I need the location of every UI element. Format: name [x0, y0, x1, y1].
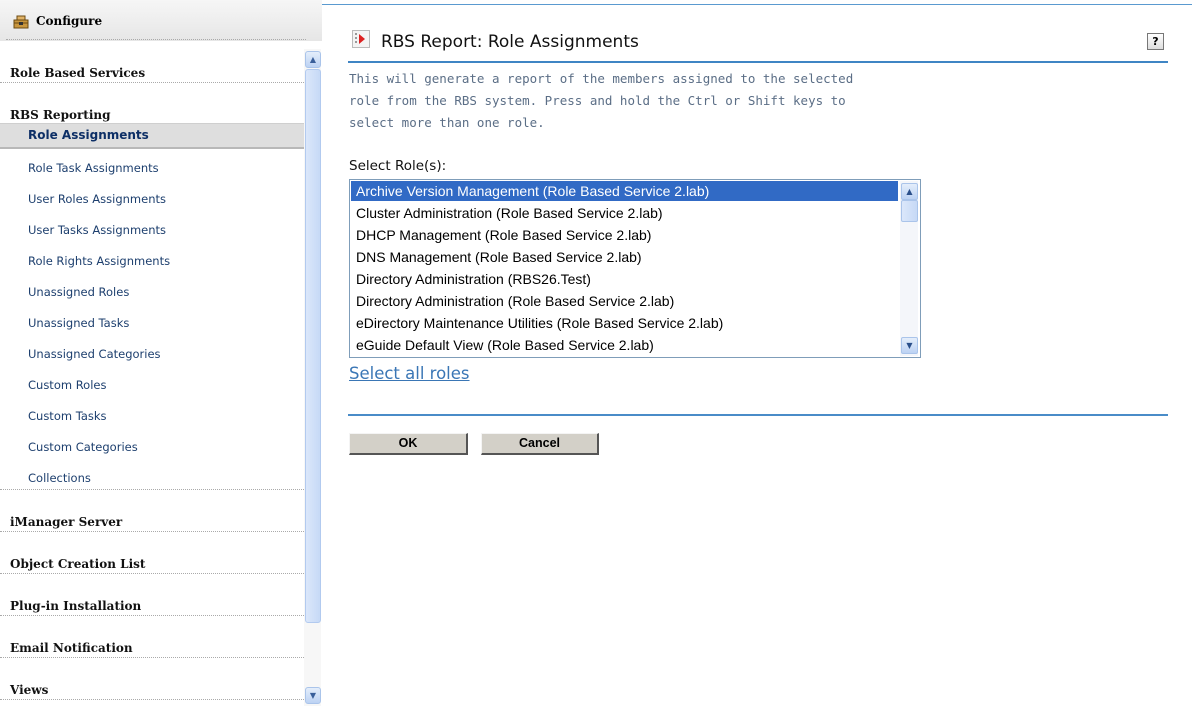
sidebar-scroll-thumb[interactable]	[305, 69, 321, 623]
configure-icon	[13, 15, 29, 29]
role-option[interactable]: Cluster Administration (Role Based Servi…	[351, 203, 898, 223]
role-option[interactable]: Directory Administration (Role Based Ser…	[351, 291, 898, 311]
page-title: RBS Report: Role Assignments	[381, 32, 639, 52]
sidebar-item-email-notification[interactable]: Email Notification	[0, 616, 304, 658]
sidebar-subitem-unassigned-roles[interactable]: Unassigned Roles	[0, 272, 304, 303]
sidebar-item-role-based-services[interactable]: Role Based Services	[0, 41, 304, 83]
sidebar-subitem-label: Unassigned Roles	[28, 285, 130, 299]
role-option[interactable]: DNS Management (Role Based Service 2.lab…	[351, 247, 898, 267]
sidebar-subitem-role-assignments[interactable]: Role Assignments	[0, 123, 304, 149]
button-divider	[348, 414, 1168, 416]
ok-button[interactable]: OK	[349, 433, 468, 455]
sidebar-item-imanager-server[interactable]: iManager Server	[0, 490, 304, 532]
sidebar-subitem-unassigned-tasks[interactable]: Unassigned Tasks	[0, 303, 304, 334]
sidebar-item-label: Object Creation List	[10, 557, 146, 571]
select-roles-label: Select Role(s):	[349, 158, 447, 174]
roles-listbox[interactable]: Archive Version Management (Role Based S…	[349, 179, 921, 358]
sidebar-item-label: Views	[10, 683, 49, 697]
sidebar-subitem-role-rights-assignments[interactable]: Role Rights Assignments	[0, 241, 304, 272]
sidebar-subitem-label: Role Assignments	[28, 128, 149, 142]
sidebar-subitem-label: Role Task Assignments	[28, 161, 159, 175]
role-option[interactable]: DHCP Management (Role Based Service 2.la…	[351, 225, 898, 245]
sidebar-subitem-user-tasks-assignments[interactable]: User Tasks Assignments	[0, 210, 304, 241]
sidebar-subitem-label: Unassigned Tasks	[28, 316, 130, 330]
title-divider	[348, 61, 1168, 63]
description-line: role from the RBS system. Press and hold…	[349, 93, 846, 108]
sidebar-title: Configure	[36, 14, 103, 28]
sidebar-scrollbar[interactable]: ▲ ▼	[304, 49, 321, 706]
role-option[interactable]: eDirectory Maintenance Utilities (Role B…	[351, 313, 898, 333]
listbox-scroll-thumb[interactable]	[901, 200, 918, 222]
sidebar: Configure Role Based Services RBS Report…	[0, 0, 322, 706]
cancel-button[interactable]: Cancel	[481, 433, 599, 455]
report-icon	[352, 30, 370, 48]
scroll-down-icon[interactable]: ▼	[901, 337, 918, 354]
description-line: This will generate a report of the membe…	[349, 71, 854, 86]
sidebar-subitem-role-task-assignments[interactable]: Role Task Assignments	[0, 149, 304, 179]
listbox-scrollbar[interactable]: ▲ ▼	[900, 181, 918, 356]
scroll-up-icon[interactable]: ▲	[305, 51, 321, 68]
scroll-down-icon[interactable]: ▼	[305, 687, 321, 704]
sidebar-header[interactable]: Configure	[0, 0, 322, 41]
sidebar-subitem-custom-categories[interactable]: Custom Categories	[0, 427, 304, 458]
sidebar-item-label: Email Notification	[10, 641, 133, 655]
sidebar-subitem-custom-roles[interactable]: Custom Roles	[0, 365, 304, 396]
sidebar-subitem-label: Custom Roles	[28, 378, 107, 392]
sidebar-subitem-label: Custom Categories	[28, 440, 138, 454]
scroll-up-icon[interactable]: ▲	[901, 183, 918, 200]
sidebar-nav: Role Based Services RBS Reporting Role A…	[0, 41, 304, 706]
sidebar-item-views[interactable]: Views	[0, 658, 304, 700]
description: This will generate a report of the membe…	[349, 68, 909, 134]
help-icon[interactable]: ?	[1147, 33, 1164, 50]
sidebar-item-label: Plug-in Installation	[10, 599, 142, 613]
sidebar-subitem-label: Collections	[28, 471, 91, 485]
sidebar-subitem-label: User Roles Assignments	[28, 192, 166, 206]
select-all-roles-link[interactable]: Select all roles	[349, 364, 470, 383]
sidebar-subitem-label: Unassigned Categories	[28, 347, 161, 361]
sidebar-item-plugin-installation[interactable]: Plug-in Installation	[0, 574, 304, 616]
top-divider	[320, 4, 1192, 5]
role-option[interactable]: Archive Version Management (Role Based S…	[351, 181, 898, 201]
sidebar-subitem-custom-tasks[interactable]: Custom Tasks	[0, 396, 304, 427]
role-option[interactable]: Directory Administration (RBS26.Test)	[351, 269, 898, 289]
sidebar-subitem-user-roles-assignments[interactable]: User Roles Assignments	[0, 179, 304, 210]
role-option[interactable]: eGuide Default View (Role Based Service …	[351, 335, 898, 355]
sidebar-subitem-label: Role Rights Assignments	[28, 254, 171, 268]
sidebar-item-object-creation-list[interactable]: Object Creation List	[0, 532, 304, 574]
sidebar-subitem-label: Custom Tasks	[28, 409, 107, 423]
sidebar-subitem-unassigned-categories[interactable]: Unassigned Categories	[0, 334, 304, 365]
sidebar-item-rbs-reporting[interactable]: RBS Reporting	[0, 83, 304, 123]
sidebar-item-label: RBS Reporting	[10, 108, 111, 122]
sidebar-subitem-collections[interactable]: Collections	[0, 458, 304, 490]
sidebar-subitem-label: User Tasks Assignments	[28, 223, 167, 237]
sidebar-item-label: Role Based Services	[10, 66, 146, 80]
description-line: select more than one role.	[349, 115, 545, 130]
sidebar-item-label: iManager Server	[10, 515, 123, 529]
header-divider	[6, 39, 306, 40]
